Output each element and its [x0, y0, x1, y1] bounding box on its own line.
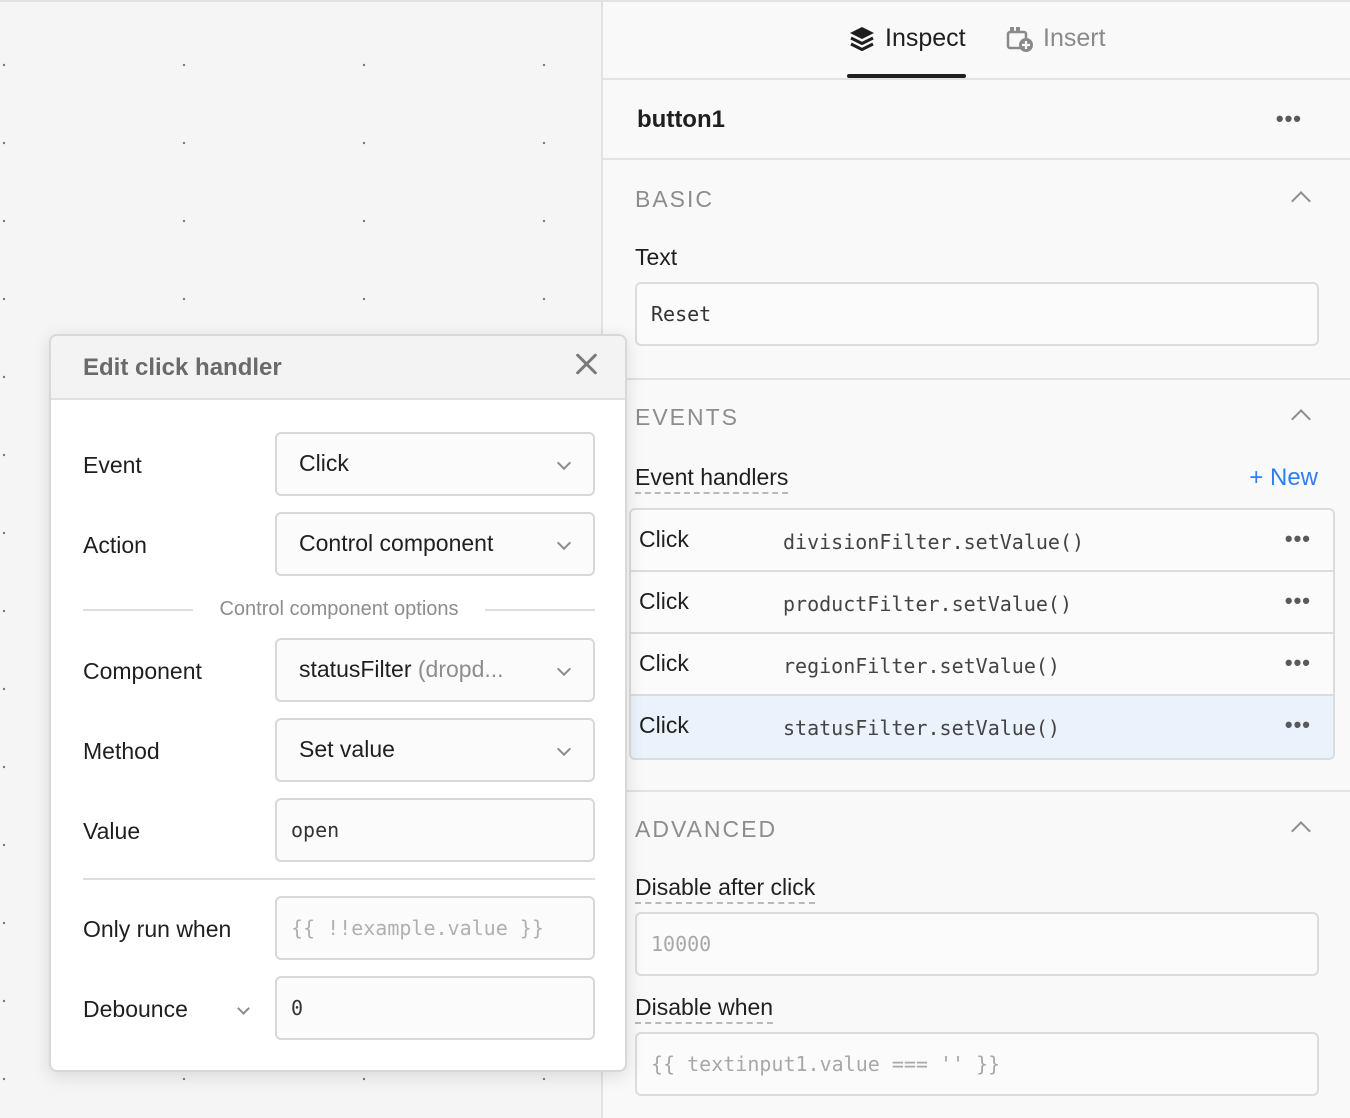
event-label: Event — [83, 452, 142, 478]
action-select-value: Control component — [299, 530, 494, 556]
tab-inspect-label: Inspect — [885, 24, 966, 52]
component-more-icon[interactable]: ••• — [1276, 108, 1302, 130]
modal-title: Edit click handler — [83, 354, 282, 381]
tab-insert[interactable]: Insert — [1005, 24, 1106, 78]
event-handler-row[interactable]: Click regionFilter.setValue() ••• — [631, 634, 1333, 696]
disable-after-click-input[interactable]: 10000 — [635, 912, 1319, 976]
insert-component-icon — [1006, 27, 1033, 52]
modal-header: Edit click handler — [51, 336, 625, 400]
layers-icon — [850, 27, 874, 51]
handler-more-icon[interactable]: ••• — [1285, 590, 1311, 612]
section-title-advanced: ADVANCED — [635, 816, 778, 842]
method-select[interactable]: Set value — [275, 718, 595, 782]
action-select[interactable]: Control component — [275, 512, 595, 576]
value-label: Value — [83, 818, 141, 844]
event-select[interactable]: Click — [275, 432, 595, 496]
text-input[interactable]: Reset — [635, 282, 1319, 346]
disable-when-input[interactable]: {{ textinput1.value === '' }} — [635, 1032, 1319, 1096]
collapse-advanced-icon[interactable] — [1291, 821, 1311, 841]
event-handler-row[interactable]: Click divisionFilter.setValue() ••• — [631, 510, 1333, 572]
section-title-events: EVENTS — [635, 404, 740, 430]
chevron-down-icon[interactable] — [237, 1002, 250, 1015]
control-options-divider: Control component options — [83, 598, 595, 622]
panel-tabs: Inspect Insert — [603, 2, 1350, 80]
divider — [603, 378, 1350, 380]
text-label: Text — [635, 244, 678, 270]
divider — [83, 878, 595, 880]
close-icon[interactable] — [573, 350, 601, 378]
disable-after-click-label: Disable after click — [635, 874, 816, 904]
collapse-basic-icon[interactable] — [1291, 191, 1311, 211]
handler-event: Click — [639, 588, 689, 614]
inspector-panel: Inspect Insert button1 ••• BASIC Text Re… — [601, 0, 1350, 1118]
handler-method: productFilter.setValue() — [783, 592, 1072, 616]
tab-insert-label: Insert — [1043, 24, 1106, 52]
control-options-text: Control component options — [219, 598, 459, 620]
debounce-label: Debounce — [83, 996, 188, 1022]
handler-event: Click — [639, 712, 689, 738]
only-run-when-label: Only run when — [83, 916, 232, 942]
collapse-events-icon[interactable] — [1291, 409, 1311, 429]
debounce-input[interactable]: 0 — [275, 976, 595, 1040]
only-run-when-input[interactable]: {{ !!example.value }} — [275, 896, 595, 960]
divider — [603, 790, 1350, 792]
disable-when-label: Disable when — [635, 994, 774, 1024]
edit-click-handler-modal: Edit click handler Event Click Action Co… — [49, 334, 627, 1072]
method-select-value: Set value — [299, 736, 395, 762]
method-label: Method — [83, 738, 160, 764]
chevron-down-icon — [556, 661, 572, 677]
event-handler-row[interactable]: Click productFilter.setValue() ••• — [631, 572, 1333, 634]
component-select[interactable]: statusFilter (dropd... — [275, 638, 595, 702]
component-name[interactable]: button1 — [637, 106, 725, 134]
component-header: button1 ••• — [603, 80, 1350, 160]
tab-inspect[interactable]: Inspect — [847, 24, 966, 78]
handler-more-icon[interactable]: ••• — [1285, 528, 1311, 550]
section-title-basic: BASIC — [635, 186, 715, 212]
chevron-down-icon — [556, 741, 572, 757]
chevron-down-icon — [556, 535, 572, 551]
handler-more-icon[interactable]: ••• — [1285, 652, 1311, 674]
handler-more-icon[interactable]: ••• — [1285, 714, 1311, 736]
event-handlers-label: Event handlers — [635, 464, 789, 494]
component-label: Component — [83, 658, 202, 684]
action-label: Action — [83, 532, 147, 558]
handler-method: divisionFilter.setValue() — [783, 530, 1085, 554]
value-input[interactable]: open — [275, 798, 595, 862]
component-select-type: (dropd... — [417, 656, 504, 682]
event-handlers-list: Click divisionFilter.setValue() ••• Clic… — [629, 508, 1335, 760]
event-select-value: Click — [299, 450, 349, 476]
new-event-handler-button[interactable]: + New — [1249, 464, 1318, 492]
event-handler-row-selected[interactable]: Click statusFilter.setValue() ••• — [631, 696, 1333, 758]
handler-method: statusFilter.setValue() — [783, 716, 1060, 740]
component-select-value: statusFilter — [299, 656, 412, 682]
handler-event: Click — [639, 526, 689, 552]
handler-event: Click — [639, 650, 689, 676]
handler-method: regionFilter.setValue() — [783, 654, 1060, 678]
chevron-down-icon — [556, 455, 572, 471]
